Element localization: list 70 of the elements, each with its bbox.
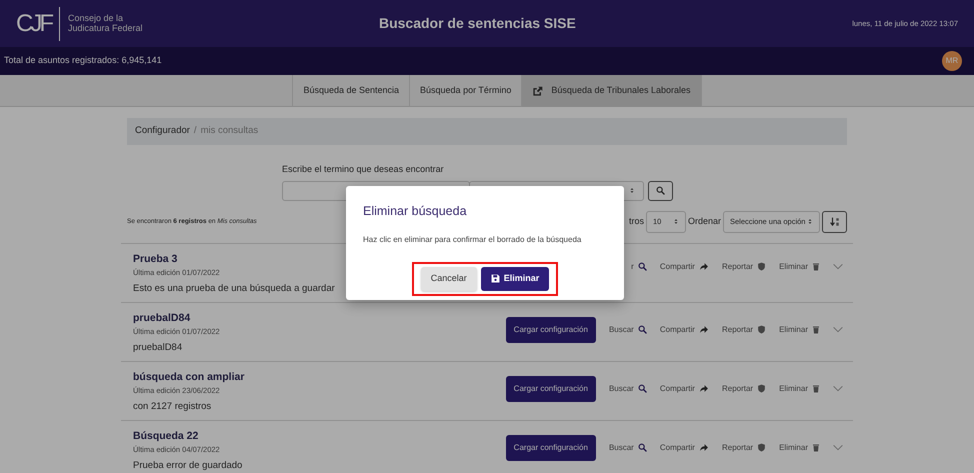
action-link[interactable]: Reportar: [722, 324, 766, 336]
load-config-button[interactable]: Cargar configuración: [506, 316, 596, 342]
select-caret-icon: [629, 186, 635, 195]
item-description: Prueba error de guardado: [133, 458, 242, 472]
search-icon: [638, 325, 647, 334]
sort-label: Ordenar: [688, 214, 721, 228]
shield-icon: [757, 384, 766, 393]
confirm-delete-button[interactable]: Eliminar: [480, 266, 550, 291]
logo: CJF: [16, 12, 51, 36]
breadcrumb-item: mis consultas: [200, 124, 258, 138]
item-title: pruebalD84: [133, 310, 192, 326]
modal-message: Haz clic en eliminar para confirmar el borrado de la búsqueda: [363, 234, 582, 246]
action-link[interactable]: Compartir: [660, 382, 709, 394]
cancel-button[interactable]: Cancelar: [420, 266, 477, 291]
item-title: Prueba 3: [133, 252, 178, 266]
chevron-down-icon: [833, 444, 843, 451]
action-link[interactable]: Buscar: [608, 324, 647, 336]
action-link[interactable]: r: [631, 260, 647, 272]
action-link[interactable]: Eliminar: [779, 382, 820, 394]
sort-icon: [830, 216, 840, 226]
item-title: búsqueda con ampliar: [133, 370, 244, 384]
load-config-button[interactable]: Cargar configuración: [506, 434, 596, 460]
item-description: pruebalD84: [133, 340, 184, 354]
action-link[interactable]: Buscar: [608, 442, 647, 454]
search-icon: [638, 262, 647, 271]
search-icon: [638, 384, 647, 393]
search-button[interactable]: [648, 180, 673, 200]
share-arrow-icon: [698, 325, 709, 334]
shield-icon: [757, 325, 766, 334]
action-link[interactable]: Compartir: [660, 442, 709, 454]
action-link[interactable]: Eliminar: [779, 442, 820, 454]
action-link[interactable]: Reportar: [722, 442, 766, 454]
chevron-down-icon: [833, 385, 843, 392]
sort-button[interactable]: [822, 210, 847, 232]
trash-icon: [812, 442, 820, 452]
trash-icon: [812, 324, 820, 334]
trash-icon: [812, 262, 820, 272]
shield-icon: [757, 443, 766, 452]
item-description: Esto es una prueba de una búsqueda a guardar: [133, 282, 335, 296]
share-arrow-icon: [698, 262, 709, 271]
breadcrumb-separator: /: [194, 124, 197, 138]
action-link[interactable]: Buscar: [608, 382, 647, 394]
select-caret-icon: [807, 217, 813, 226]
search-label: Escribe el termino que deseas encontrar: [282, 163, 445, 176]
breadcrumb-item[interactable]: Configurador: [135, 124, 190, 139]
search-icon: [656, 186, 665, 195]
nav-tab[interactable]: Búsqueda de Sentencia: [292, 75, 410, 107]
action-link[interactable]: Eliminar: [779, 324, 820, 336]
action-link[interactable]: Eliminar: [779, 260, 820, 272]
page-title: Buscador de sentencias SISE: [378, 14, 577, 33]
share-arrow-icon: [698, 443, 709, 452]
action-link[interactable]: Compartir: [660, 324, 709, 336]
modal-title: Eliminar búsqueda: [363, 203, 468, 220]
item-description: con 2127 registros: [133, 400, 212, 414]
item-title: Búsqueda 22: [133, 428, 200, 444]
action-link[interactable]: Compartir: [660, 260, 709, 272]
action-link[interactable]: Reportar: [722, 260, 766, 272]
nav-tab[interactable]: Búsqueda de Tribunales Laborales: [521, 75, 702, 107]
search-icon: [638, 443, 647, 452]
total-count: Total de asuntos registrados: 6,945,141: [4, 54, 162, 68]
org-name: Consejo de la Judicatura Federal: [68, 14, 143, 33]
chevron-down-icon: [833, 263, 843, 270]
load-config-button[interactable]: Cargar configuración: [506, 376, 596, 402]
chevron-down-icon: [833, 326, 843, 333]
share-arrow-icon: [698, 384, 709, 393]
select-caret-icon: [672, 217, 679, 226]
page-size-label: tros: [628, 214, 644, 228]
action-link[interactable]: Reportar: [722, 382, 766, 394]
trash-icon: [812, 384, 820, 394]
shield-icon: [757, 262, 766, 271]
